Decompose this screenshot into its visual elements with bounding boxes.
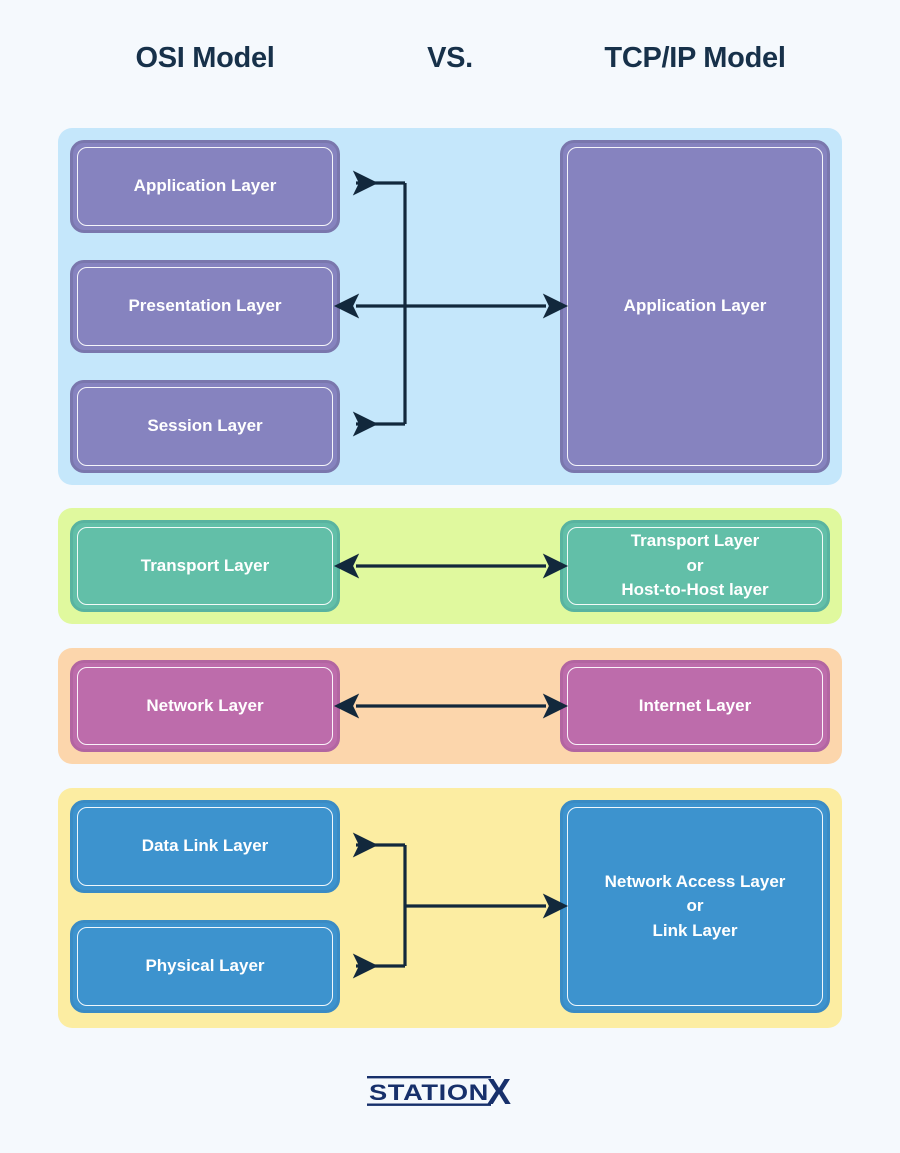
header-vs: VS. <box>427 42 473 74</box>
layer-label-line-1: Network Access Layer <box>604 871 786 891</box>
stationx-logo[interactable]: STATION X <box>365 1070 535 1112</box>
osi-layer-data-link[interactable]: Data Link Layer <box>70 800 340 893</box>
tcp-layer-application[interactable]: Application Layer <box>560 140 830 473</box>
layer-label-line-3: Host-to-Host layer <box>621 580 769 600</box>
header-tcpip-model: TCP/IP Model <box>604 42 786 74</box>
headers-row: OSI Model VS. TCP/IP Model <box>0 42 900 92</box>
header-osi-model: OSI Model <box>135 42 275 74</box>
layer-label-multiline: Network Access Layer or Link Layer <box>605 870 786 944</box>
tcp-layer-internet[interactable]: Internet Layer <box>560 660 830 752</box>
osi-layer-transport[interactable]: Transport Layer <box>70 520 340 612</box>
layer-label: Transport Layer <box>140 555 270 575</box>
tcp-layer-transport[interactable]: Transport Layer or Host-to-Host layer <box>560 520 830 612</box>
layer-label-line-2: or <box>686 896 704 916</box>
layer-label: Internet Layer <box>638 695 752 715</box>
osi-layer-physical[interactable]: Physical Layer <box>70 920 340 1013</box>
layer-label: Session Layer <box>147 416 263 436</box>
layer-label-multiline: Transport Layer or Host-to-Host layer <box>621 529 768 603</box>
layer-label: Application Layer <box>623 296 767 316</box>
logo-rule-top <box>367 1076 491 1079</box>
osi-layer-network[interactable]: Network Layer <box>70 660 340 752</box>
tcp-layer-network-access[interactable]: Network Access Layer or Link Layer <box>560 800 830 1013</box>
layer-label: Physical Layer <box>145 956 265 976</box>
logo-x-mark: X <box>487 1071 511 1112</box>
layer-label: Network Layer <box>146 695 264 715</box>
osi-layer-presentation[interactable]: Presentation Layer <box>70 260 340 353</box>
layer-label-line-2: or <box>686 555 704 575</box>
layer-label-line-1: Transport Layer <box>630 531 760 551</box>
osi-layer-application[interactable]: Application Layer <box>70 140 340 233</box>
layer-label: Presentation Layer <box>128 296 282 316</box>
osi-layer-session[interactable]: Session Layer <box>70 380 340 473</box>
logo-wordmark: STATION <box>369 1080 489 1105</box>
layer-label: Application Layer <box>133 176 277 196</box>
layer-label: Data Link Layer <box>141 836 269 856</box>
layer-label-line-3: Link Layer <box>652 920 738 940</box>
